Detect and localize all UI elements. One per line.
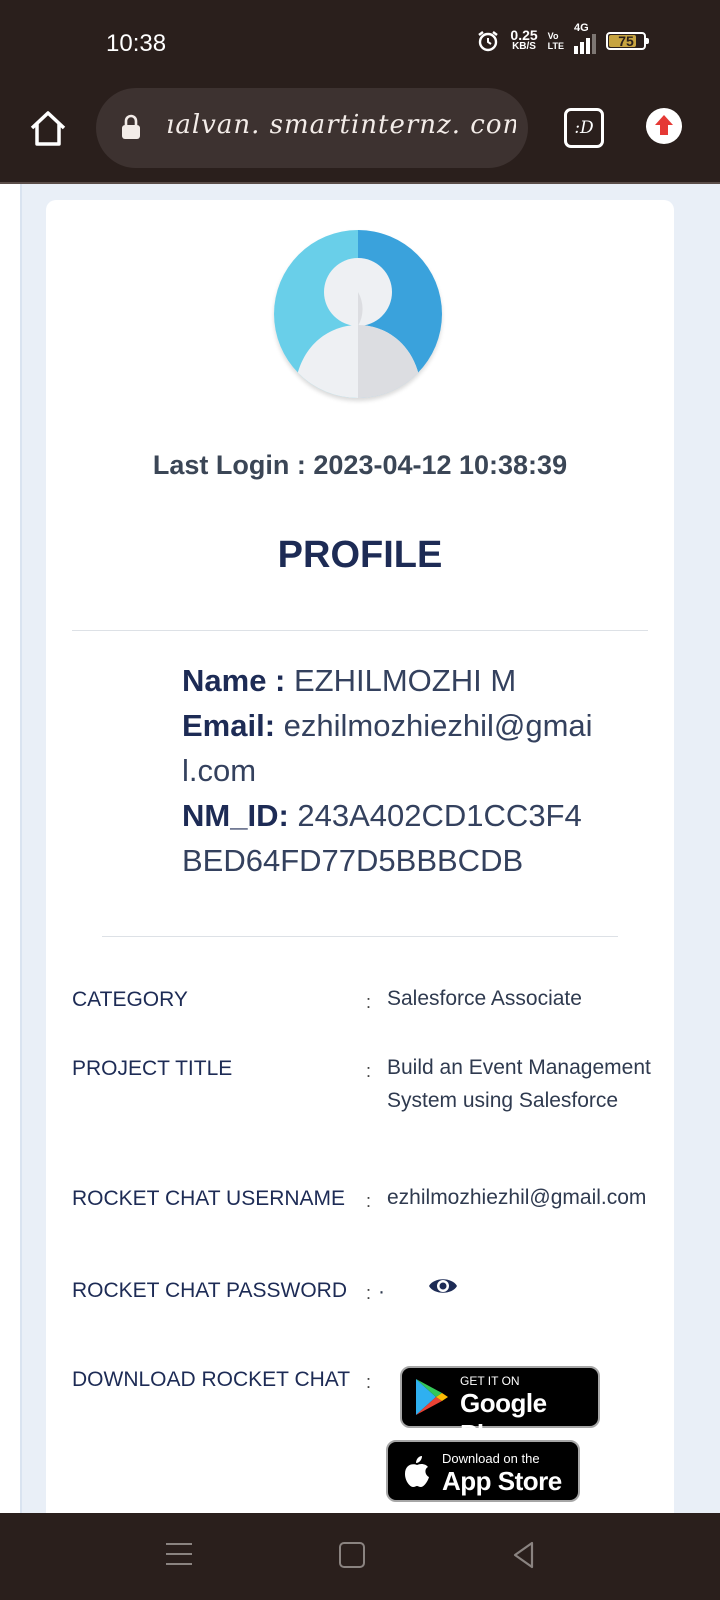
name-label: Name : (182, 663, 286, 698)
rocket-chat-username-value: ezhilmozhiezhil@gmail.com (387, 1186, 647, 1209)
google-play-badge[interactable]: GET IT ON Google Play (400, 1366, 600, 1449)
tabs-button[interactable]: :D (564, 108, 604, 148)
status-icons: 0.25 KB/S Vo LTE 4G 75 (476, 22, 649, 54)
network-speed: 0.25 KB/S (510, 27, 538, 52)
category-label: CATEGORY (72, 988, 188, 1011)
alarm-icon (478, 31, 499, 52)
home-icon[interactable] (26, 106, 70, 150)
category-value: Salesforce Associate (387, 987, 582, 1010)
update-arrow-icon[interactable] (646, 108, 682, 144)
app-store-badge[interactable]: Download on the App Store (386, 1440, 580, 1502)
browser-toolbar: ıalvan. smartinternz. com :D (0, 88, 720, 184)
google-play-small-text: GET IT ON (460, 1374, 520, 1388)
eye-icon[interactable] (428, 1273, 458, 1299)
project-title-label: PROJECT TITLE (72, 1057, 233, 1080)
app-store-small-text: Download on the (442, 1451, 540, 1466)
volte-indicator: Vo LTE (547, 31, 564, 51)
divider (72, 630, 648, 631)
address-bar[interactable]: ıalvan. smartinternz. com (96, 88, 528, 168)
apple-icon (405, 1456, 429, 1487)
google-play-icon (416, 1379, 448, 1415)
name-value: EZHILMOZHI M (294, 663, 517, 698)
battery-icon: 75 (606, 32, 649, 50)
nmid-label: NM_ID: (182, 798, 289, 833)
navigation-bar (0, 1513, 720, 1600)
signal-icon: 4G (574, 22, 596, 54)
url-text: ıalvan. smartinternz. com (166, 110, 516, 140)
page-title: PROFILE (277, 534, 443, 576)
home-nav-icon[interactable] (339, 1542, 365, 1568)
name-row: Name : EZHILMOZHI M (182, 658, 602, 703)
lock-icon (122, 114, 140, 139)
email-row: Email: ezhilmozhiezhil@gmail.com (182, 703, 602, 793)
download-rocket-chat-label: DOWNLOAD ROCKET CHAT (72, 1368, 351, 1391)
project-title-value: Build an Event Management System using S… (387, 1056, 651, 1112)
profile-card: Last Login : 2023-04-12 10:38:39 PROFILE… (46, 200, 674, 1540)
back-icon[interactable] (512, 1541, 536, 1569)
avatar (274, 230, 442, 398)
last-login: Last Login : 2023-04-12 10:38:39 (152, 450, 568, 480)
app-store-big-text: App Store (442, 1466, 562, 1496)
rocket-chat-password-value: · (378, 1280, 385, 1303)
nmid-row: NM_ID: 243A402CD1CC3F4BED64FD77D5BBBCDB (182, 793, 602, 883)
status-bar: 10:38 0.25 KB/S Vo LTE 4G 75 (0, 0, 720, 88)
divider (102, 936, 618, 937)
status-time: 10:38 (106, 30, 167, 57)
rocket-chat-username-label: ROCKET CHAT USERNAME (72, 1187, 346, 1210)
rocket-chat-password-label: ROCKET CHAT PASSWORD (72, 1279, 347, 1302)
user-info: Name : EZHILMOZHI M Email: ezhilmozhiezh… (182, 658, 602, 883)
page-left-margin (0, 184, 22, 1513)
recent-apps-icon[interactable] (166, 1543, 192, 1567)
email-label: Email: (182, 708, 276, 743)
